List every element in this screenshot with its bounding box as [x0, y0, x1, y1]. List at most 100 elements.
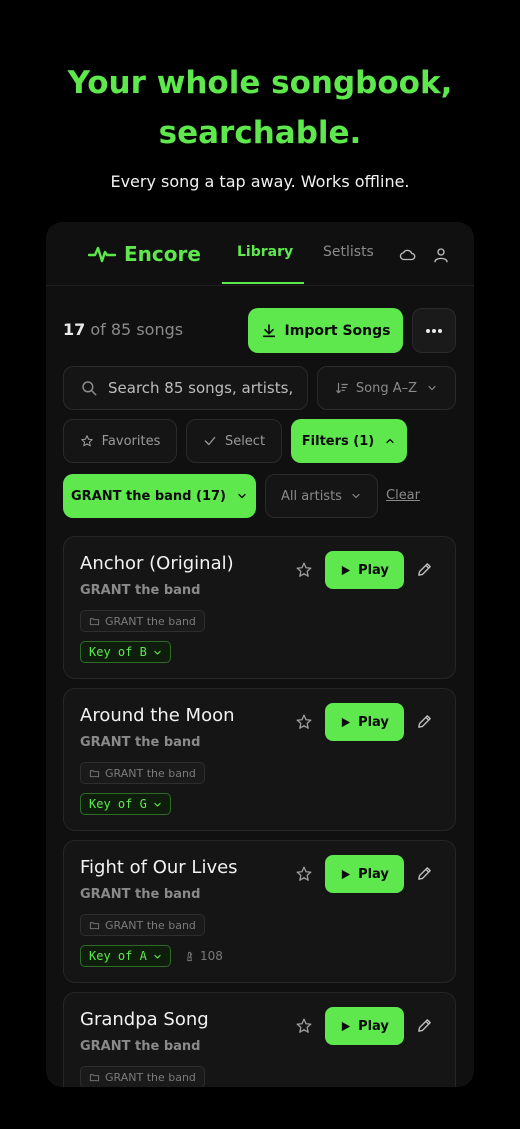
- song-artist: GRANT the band: [80, 1039, 201, 1054]
- search-placeholder: Search 85 songs, artists,: [108, 379, 294, 397]
- folder-icon: [89, 617, 100, 625]
- play-button[interactable]: Play: [325, 703, 404, 741]
- key-selector[interactable]: Key of A: [80, 945, 171, 967]
- song-card[interactable]: Fight of Our Lives GRANT the band GRANT …: [63, 840, 456, 983]
- play-icon: [341, 1021, 351, 1031]
- top-nav: Encore Library Setlists: [46, 222, 474, 286]
- play-label: Play: [358, 866, 389, 882]
- metronome-icon: [187, 951, 193, 961]
- folder-tag: GRANT the band: [80, 762, 205, 784]
- hero-title-line-1: Your whole songbook,: [67, 65, 453, 101]
- star-icon[interactable]: [295, 865, 313, 883]
- song-title[interactable]: Around the Moon: [80, 705, 235, 726]
- folder-label: GRANT the band: [105, 1070, 196, 1084]
- chevron-down-icon: [238, 493, 246, 499]
- song-count-shown: 17: [63, 320, 86, 339]
- key-selector[interactable]: Key of B: [80, 641, 171, 663]
- song-card[interactable]: Anchor (Original) GRANT the band GRANT t…: [63, 536, 456, 679]
- play-icon: [341, 717, 351, 727]
- folder-label: GRANT the band: [105, 614, 196, 628]
- song-count-total: of 85 songs: [90, 320, 184, 339]
- favorites-label: Favorites: [101, 433, 161, 449]
- search-input[interactable]: Search 85 songs, artists,: [63, 366, 308, 410]
- song-card[interactable]: Grandpa Song GRANT the band GRANT the ba…: [63, 992, 456, 1087]
- star-icon[interactable]: [295, 561, 313, 579]
- filters-label: Filters (1): [301, 433, 375, 449]
- all-artists-dropdown[interactable]: All artists: [265, 474, 378, 518]
- chevron-down-icon: [428, 385, 436, 391]
- cloud-icon[interactable]: [399, 246, 417, 264]
- play-button[interactable]: Play: [325, 855, 404, 893]
- key-selector[interactable]: Key of G: [80, 793, 171, 815]
- pencil-icon[interactable]: [416, 713, 433, 730]
- tempo-badge: 108: [184, 949, 223, 963]
- artist-filter-label: GRANT the band (17): [71, 488, 226, 504]
- tab-library[interactable]: Library: [237, 244, 293, 260]
- all-artists-label: All artists: [281, 488, 342, 504]
- pencil-icon[interactable]: [416, 1017, 433, 1034]
- chevron-down-icon: [154, 650, 161, 655]
- tab-setlists[interactable]: Setlists: [323, 244, 374, 260]
- pencil-icon[interactable]: [416, 865, 433, 882]
- star-icon: [80, 435, 93, 447]
- folder-label: GRANT the band: [105, 766, 196, 780]
- star-icon[interactable]: [295, 1017, 313, 1035]
- song-count: 17 of 85 songs: [63, 320, 183, 339]
- select-chip[interactable]: Select: [186, 419, 282, 463]
- download-icon: [262, 323, 275, 337]
- active-tab-indicator: [222, 282, 304, 284]
- import-songs-button[interactable]: Import Songs: [248, 308, 403, 353]
- import-songs-label: Import Songs: [284, 322, 391, 339]
- filters-toggle[interactable]: Filters (1): [291, 419, 407, 463]
- play-icon: [341, 565, 351, 575]
- folder-icon: [89, 769, 100, 777]
- search-icon: [82, 381, 97, 396]
- artist-filter-selected[interactable]: GRANT the band (17): [63, 474, 256, 518]
- hero-title: Your whole songbook, searchable.: [0, 58, 520, 158]
- check-icon: [204, 436, 216, 446]
- play-label: Play: [358, 562, 389, 578]
- app-frame: Encore Library Setlists 17 of 85 songs I…: [46, 222, 474, 1087]
- clear-filters-link[interactable]: Clear: [386, 488, 420, 503]
- sort-label: Song A–Z: [355, 380, 418, 396]
- brand-name: Encore: [124, 242, 201, 266]
- folder-tag: GRANT the band: [80, 610, 205, 632]
- pencil-icon[interactable]: [416, 561, 433, 578]
- chevron-down-icon: [352, 493, 360, 499]
- folder-tag: GRANT the band: [80, 914, 205, 936]
- song-title[interactable]: Fight of Our Lives: [80, 857, 238, 878]
- chevron-up-icon: [386, 438, 394, 444]
- play-label: Play: [358, 714, 389, 730]
- folder-icon: [89, 921, 100, 929]
- folder-label: GRANT the band: [105, 918, 196, 932]
- key-label: Key of B: [89, 645, 147, 659]
- star-icon[interactable]: [295, 713, 313, 731]
- brand-logo[interactable]: Encore: [88, 240, 201, 268]
- select-label: Select: [224, 433, 266, 449]
- song-card[interactable]: Around the Moon GRANT the band GRANT the…: [63, 688, 456, 831]
- chevron-down-icon: [154, 802, 161, 807]
- sort-dropdown[interactable]: Song A–Z: [317, 366, 456, 410]
- song-title[interactable]: Grandpa Song: [80, 1009, 209, 1030]
- play-button[interactable]: Play: [325, 551, 404, 589]
- pulse-icon: [88, 246, 116, 263]
- song-artist: GRANT the band: [80, 735, 201, 750]
- chevron-down-icon: [154, 954, 161, 959]
- hero-subtitle: Every song a tap away. Works offline.: [110, 172, 410, 191]
- play-label: Play: [358, 1018, 389, 1034]
- sort-icon: [336, 382, 348, 394]
- folder-icon: [89, 1073, 100, 1081]
- key-label: Key of G: [89, 797, 147, 811]
- folder-tag: GRANT the band: [80, 1066, 205, 1087]
- hero-title-line-2: searchable.: [158, 115, 362, 151]
- favorites-chip[interactable]: Favorites: [63, 419, 177, 463]
- song-artist: GRANT the band: [80, 583, 201, 598]
- user-icon[interactable]: [432, 246, 450, 264]
- play-button[interactable]: Play: [325, 1007, 404, 1045]
- more-button[interactable]: [412, 308, 456, 353]
- song-artist: GRANT the band: [80, 887, 201, 902]
- more-icon: [426, 328, 442, 333]
- song-title[interactable]: Anchor (Original): [80, 553, 234, 574]
- play-icon: [341, 869, 351, 879]
- key-label: Key of A: [89, 949, 147, 963]
